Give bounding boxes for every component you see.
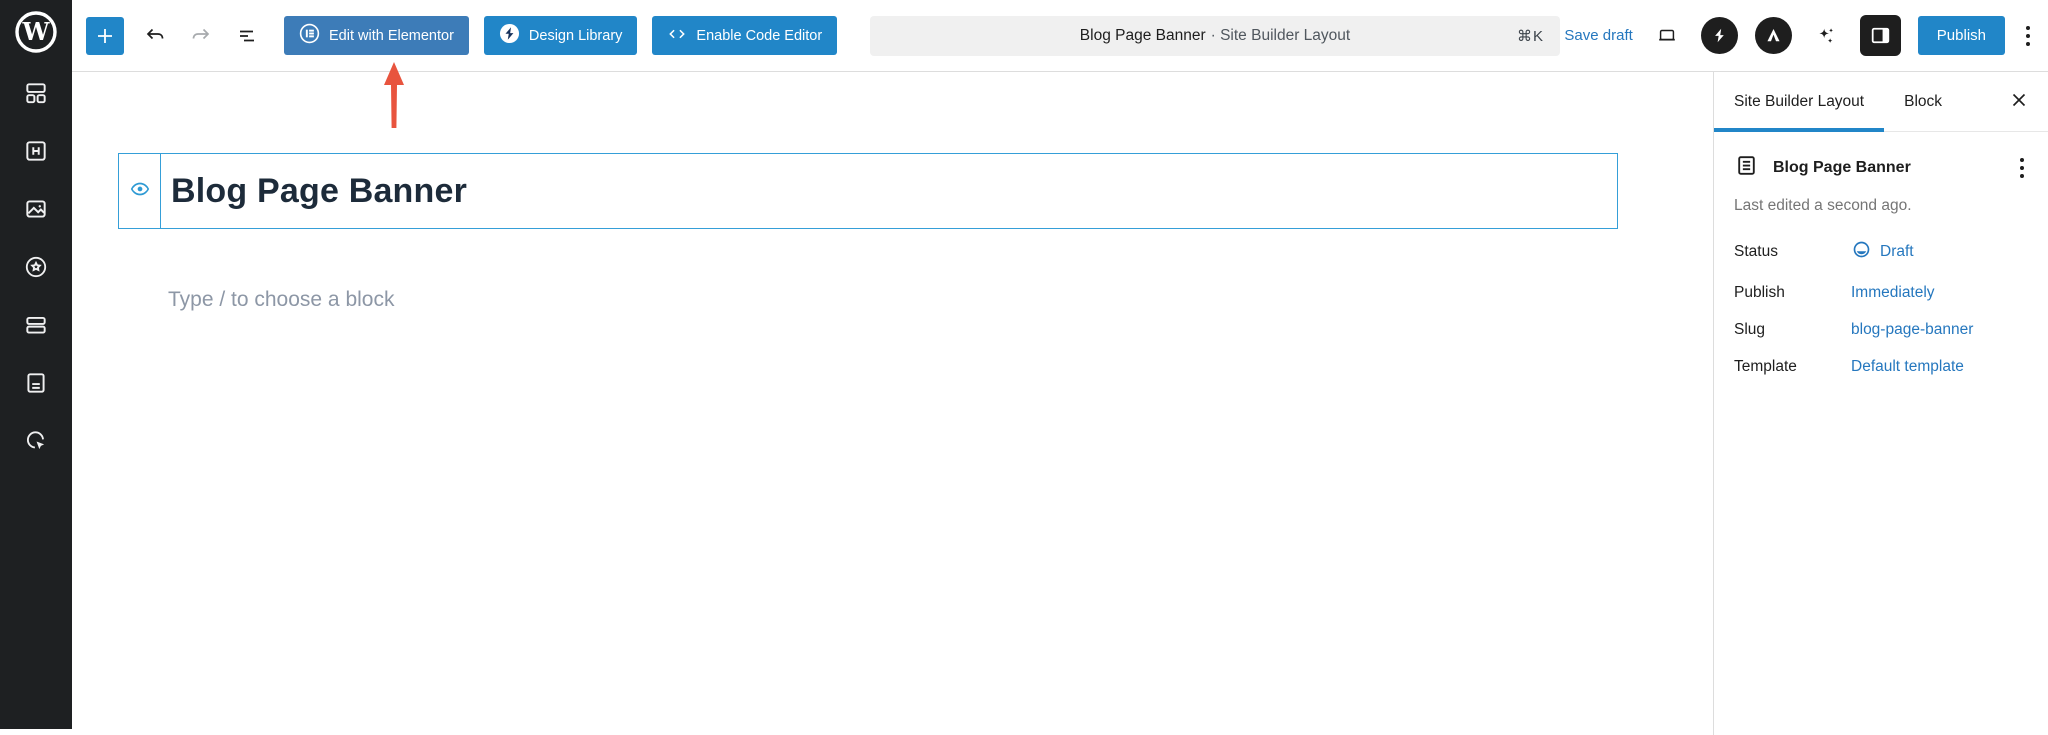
code-icon xyxy=(667,24,687,48)
enable-code-editor-button[interactable]: Enable Code Editor xyxy=(652,16,837,55)
status-label: Status xyxy=(1734,243,1851,261)
layout-templates-icon[interactable] xyxy=(22,79,50,107)
tab-site-builder-layout[interactable]: Site Builder Layout xyxy=(1714,72,1884,131)
editor-canvas[interactable]: Blog Page Banner Type / to choose a bloc… xyxy=(72,72,1713,735)
preview-button[interactable] xyxy=(1650,15,1684,57)
image-icon[interactable] xyxy=(22,195,50,223)
template-value: Default template xyxy=(1851,358,1964,376)
editor-topbar: Edit with Elementor Design Library xyxy=(72,0,2048,72)
slug-value: blog-page-banner xyxy=(1851,321,1973,339)
post-document-icon xyxy=(1734,153,1759,183)
save-draft-button[interactable]: Save draft xyxy=(1564,27,1632,44)
wordpress-logo-icon[interactable]: W xyxy=(13,9,59,55)
header-icon[interactable] xyxy=(22,137,50,165)
list-view-button[interactable] xyxy=(226,15,268,57)
block-appender-placeholder[interactable]: Type / to choose a block xyxy=(168,288,394,312)
tab-block[interactable]: Block xyxy=(1884,72,1962,131)
command-shortcut: ⌘K xyxy=(1517,27,1544,45)
last-edited-text: Last edited a second ago. xyxy=(1734,197,2028,215)
ai-sparkles-icon[interactable] xyxy=(1809,15,1843,57)
elementor-icon xyxy=(299,23,320,48)
spectra-badge-icon[interactable] xyxy=(1701,17,1738,54)
admin-rail: W xyxy=(0,0,72,729)
visibility-toggle[interactable] xyxy=(119,154,161,228)
options-kebab-menu[interactable] xyxy=(2022,20,2034,52)
svg-text:W: W xyxy=(22,17,51,46)
redo-button[interactable] xyxy=(180,15,222,57)
status-row: Status Draft xyxy=(1734,239,2028,265)
edit-with-elementor-button[interactable]: Edit with Elementor xyxy=(284,16,469,55)
settings-tabs: Site Builder Layout Block xyxy=(1714,72,2048,132)
template-value-button[interactable]: Default template xyxy=(1851,358,2028,376)
astra-badge-icon[interactable] xyxy=(1755,17,1792,54)
document-summary-row: Blog Page Banner xyxy=(1734,152,2028,184)
eye-icon xyxy=(129,178,151,205)
block-inserter-button[interactable] xyxy=(86,17,124,55)
publish-value: Immediately xyxy=(1851,284,1935,302)
document-actions-kebab[interactable] xyxy=(2016,152,2028,184)
settings-sidebar: Site Builder Layout Block Blog Page xyxy=(1713,72,2048,735)
publish-row: Publish Immediately xyxy=(1734,284,2028,302)
close-icon xyxy=(2008,89,2030,114)
close-settings-button[interactable] xyxy=(1990,72,2048,131)
design-library-label: Design Library xyxy=(529,28,623,44)
select-click-icon[interactable] xyxy=(22,427,50,455)
edit-with-elementor-label: Edit with Elementor xyxy=(329,28,454,44)
publish-label: Publish xyxy=(1734,284,1851,302)
slug-value-button[interactable]: blog-page-banner xyxy=(1851,321,2028,339)
template-label: Template xyxy=(1734,358,1851,376)
document-icon[interactable] xyxy=(22,369,50,397)
publish-value-button[interactable]: Immediately xyxy=(1851,284,2028,302)
status-value-button[interactable]: Draft xyxy=(1851,239,2028,265)
undo-button[interactable] xyxy=(134,15,176,57)
draft-status-icon xyxy=(1851,239,1872,265)
wordpress-editor: W xyxy=(0,0,2048,735)
document-type-suffix: · Site Builder Layout xyxy=(1211,27,1351,45)
document-command-bar[interactable]: Blog Page Banner · Site Builder Layout ⌘… xyxy=(870,16,1560,56)
star-icon[interactable] xyxy=(22,253,50,281)
document-title: Blog Page Banner xyxy=(1080,27,1206,45)
settings-panel-toggle[interactable] xyxy=(1860,15,1901,56)
status-value: Draft xyxy=(1880,243,1914,261)
spectra-icon xyxy=(499,23,520,48)
rows-icon[interactable] xyxy=(22,311,50,339)
template-row: Template Default template xyxy=(1734,358,2028,376)
slug-row: Slug blog-page-banner xyxy=(1734,321,2028,339)
post-title-input[interactable]: Blog Page Banner xyxy=(161,154,1617,228)
slug-label: Slug xyxy=(1734,321,1851,339)
post-title-block[interactable]: Blog Page Banner xyxy=(118,153,1618,229)
design-library-button[interactable]: Design Library xyxy=(484,16,638,55)
enable-code-editor-label: Enable Code Editor xyxy=(696,28,822,44)
publish-button[interactable]: Publish xyxy=(1918,16,2005,55)
panel-doc-title: Blog Page Banner xyxy=(1773,159,1911,177)
